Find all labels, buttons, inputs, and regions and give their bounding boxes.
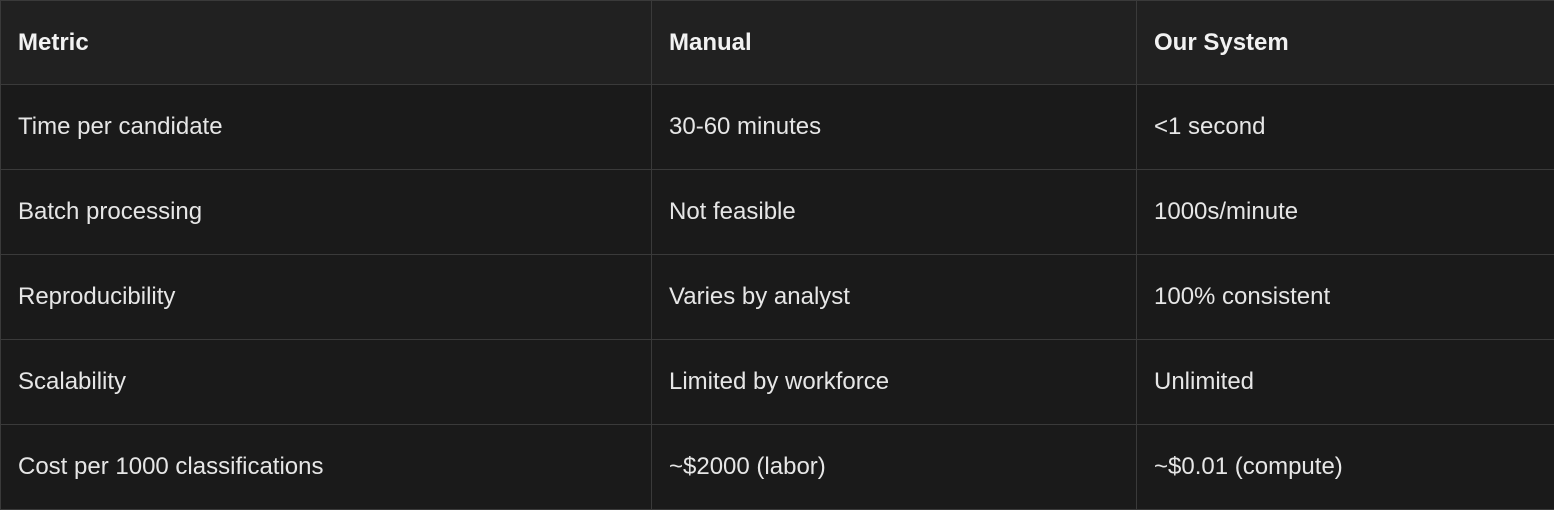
comparison-table: Metric Manual Our System Time per candid… [0,0,1554,510]
table-body: Time per candidate 30-60 minutes <1 seco… [0,84,1554,510]
our-system-cell: 1000s/minute [1136,169,1554,255]
column-header-metric: Metric [0,0,652,85]
our-system-cell: <1 second [1136,84,1554,170]
table-row: Reproducibility Varies by analyst 100% c… [0,254,1554,340]
our-system-cell: ~$0.01 (compute) [1136,424,1554,510]
metric-cell: Cost per 1000 classifications [0,424,652,510]
manual-cell: ~$2000 (labor) [651,424,1137,510]
manual-cell: 30-60 minutes [651,84,1137,170]
manual-cell: Not feasible [651,169,1137,255]
manual-cell: Varies by analyst [651,254,1137,340]
metric-cell: Scalability [0,339,652,425]
our-system-cell: 100% consistent [1136,254,1554,340]
manual-cell: Limited by workforce [651,339,1137,425]
table-row: Scalability Limited by workforce Unlimit… [0,339,1554,425]
table-row: Time per candidate 30-60 minutes <1 seco… [0,84,1554,170]
metric-cell: Reproducibility [0,254,652,340]
header-row: Metric Manual Our System [0,0,1554,85]
table-row: Batch processing Not feasible 1000s/minu… [0,169,1554,255]
table-header: Metric Manual Our System [0,0,1554,85]
table-row: Cost per 1000 classifications ~$2000 (la… [0,424,1554,510]
metric-cell: Batch processing [0,169,652,255]
column-header-our-system: Our System [1136,0,1554,85]
column-header-manual: Manual [651,0,1137,85]
metric-cell: Time per candidate [0,84,652,170]
comparison-table-container: Metric Manual Our System Time per candid… [0,0,1554,510]
our-system-cell: Unlimited [1136,339,1554,425]
